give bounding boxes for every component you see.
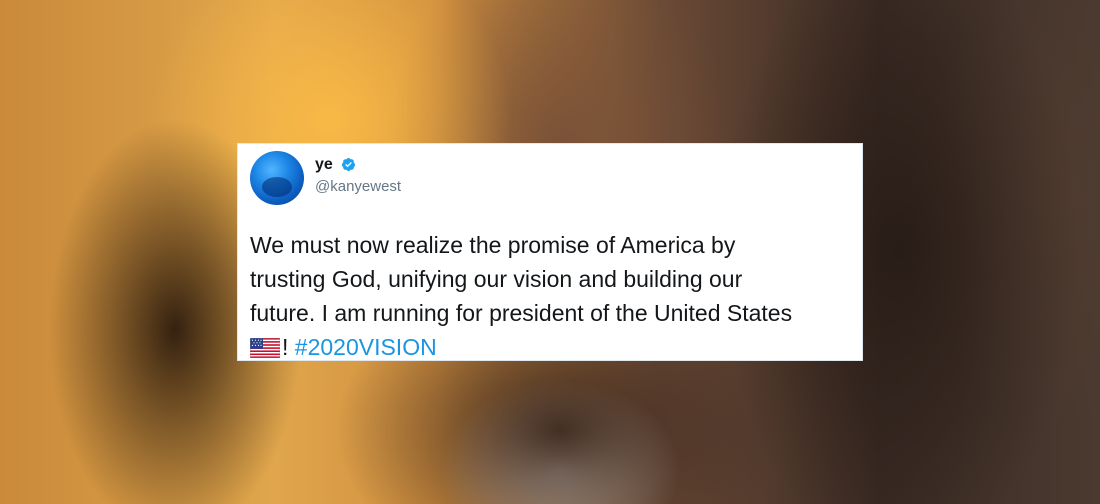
avatar[interactable]	[250, 151, 304, 205]
display-name[interactable]: ye	[315, 156, 333, 174]
tweet-exclamation: !	[282, 334, 289, 360]
tweet-card: ye @kanyewest We must now realize the pr…	[237, 143, 863, 361]
tweet-text-line: ! #2020VISION	[250, 330, 860, 364]
handle[interactable]: @kanyewest	[315, 178, 401, 195]
tweet-text-line: We must now realize the promise of Ameri…	[250, 232, 736, 258]
tweet-text-line: trusting God, unifying our vision and bu…	[250, 266, 743, 292]
hashtag-link[interactable]: #2020VISION	[295, 334, 437, 360]
verified-badge-icon	[341, 157, 356, 172]
tweet-text: We must now realize the promise of Ameri…	[250, 228, 860, 364]
us-flag-emoji-icon	[250, 338, 280, 358]
tweet-text-line: future. I am running for president of th…	[250, 300, 793, 326]
blurred-photo-background: ye @kanyewest We must now realize the pr…	[0, 0, 1100, 504]
